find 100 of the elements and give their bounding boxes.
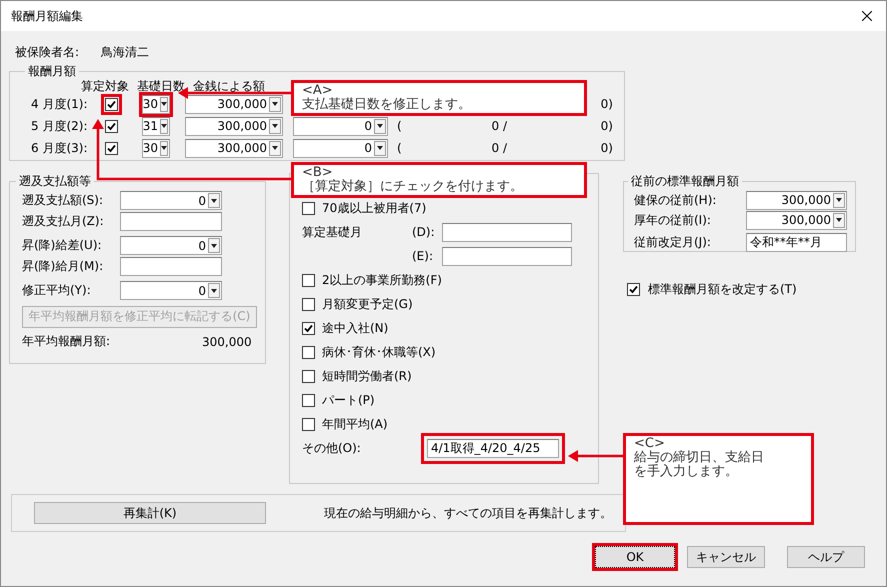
callout-text: 給与の締切日、支給日 (634, 451, 765, 465)
paren-text: ( (397, 119, 402, 133)
option-label: 短時間労働者(R) (322, 368, 412, 384)
value-text: 0) (600, 141, 613, 155)
input-field[interactable] (442, 246, 572, 266)
option-label: 月額変更予定(G) (322, 296, 413, 312)
caret-icon (211, 288, 217, 292)
dropdown-button[interactable] (160, 96, 168, 112)
group-title: 報酬月額 (27, 63, 77, 80)
dialog-button[interactable]: OK (595, 546, 675, 568)
option-label: 年間平均(A) (322, 416, 388, 432)
field-label: (E): (412, 249, 433, 263)
spin-field[interactable]: 31 (142, 116, 170, 136)
spin-field[interactable]: 0 (120, 281, 222, 300)
spin-field[interactable]: 30 (142, 94, 170, 114)
value-text: 0) (600, 119, 613, 133)
input-field[interactable] (120, 257, 222, 276)
spin-field[interactable]: 300,000 (746, 190, 847, 210)
option-label: 途中入社(N) (322, 320, 388, 336)
caret-icon (836, 198, 842, 202)
field-label: 遡及支払額(S): (22, 193, 104, 207)
recalc-note: 現在の給与明細から、すべての項目を再集計します。 (324, 504, 612, 522)
caret-icon (161, 102, 167, 106)
spin-field[interactable]: 30 (142, 138, 170, 158)
total-value: 300,000 (202, 334, 252, 348)
checkbox[interactable] (105, 120, 118, 132)
callout-text: を手入力します。 (634, 465, 739, 479)
field-label: 修正平均(Y): (22, 283, 91, 297)
callout-tag: <C> (634, 437, 803, 451)
dropdown-button[interactable] (374, 118, 386, 134)
checkbox[interactable] (302, 394, 315, 406)
option-label: 病休･育休･休職等(X) (322, 344, 436, 360)
column-header: 金銭による額 (193, 78, 265, 93)
month-label: 6 月度(3): (31, 140, 88, 156)
spin-field[interactable]: 0 (293, 116, 388, 136)
dropdown-button[interactable] (269, 96, 281, 112)
field-label: (D): (412, 225, 435, 239)
spin-field[interactable]: 300,000 (746, 210, 847, 230)
window-title: 報酬月額編集 (11, 8, 83, 24)
field-label: その他(O): (302, 440, 361, 454)
recalc-button[interactable]: 再集計(K) (34, 502, 266, 524)
dialog-button[interactable]: キャンセル (687, 546, 765, 568)
dropdown-button[interactable] (833, 192, 845, 208)
input-field[interactable]: 4/1取得_4/20_4/25 (427, 438, 559, 458)
callout-text: 支払基礎日数を修正します。 (302, 98, 472, 112)
month-label: 5 月度(2): (31, 118, 88, 134)
value-text: 0 / (492, 119, 507, 133)
input-field[interactable] (442, 222, 572, 242)
field-label: 従前改定月(J): (634, 234, 711, 248)
checkbox[interactable] (627, 283, 640, 296)
option-label: 70歳以上被用者(7) (322, 200, 426, 216)
dropdown-button[interactable] (160, 140, 168, 156)
column-header: 算定対象 (81, 78, 129, 93)
value-text: 0 / (492, 141, 507, 155)
caret-icon (211, 244, 217, 248)
column-header: 基礎日数 (137, 78, 185, 93)
option-label: 2以上の事業所勤務(F) (322, 272, 442, 288)
group-title: 遡及支払額等 (18, 173, 92, 190)
dropdown-button[interactable] (269, 140, 281, 156)
dropdown-button[interactable] (208, 193, 220, 208)
checkbox[interactable] (302, 298, 315, 310)
spin-field[interactable]: 0 (120, 236, 222, 255)
dialog-button[interactable]: ヘルプ (787, 546, 865, 568)
spin-field[interactable]: 0 (120, 191, 222, 210)
field-label: 昇(降)給差(U): (22, 238, 102, 252)
checkbox[interactable] (302, 322, 315, 334)
value-text: 0) (600, 97, 613, 111)
caret-icon (161, 146, 167, 150)
checkbox[interactable] (105, 98, 118, 110)
dropdown-button[interactable] (208, 283, 220, 298)
caret-icon (377, 146, 383, 150)
paren-text: ( (397, 141, 402, 155)
caret-icon (377, 124, 383, 128)
input-field[interactable] (120, 212, 222, 231)
checkbox[interactable] (302, 274, 315, 286)
input-field[interactable]: 令和**年**月 (746, 232, 847, 252)
close-icon[interactable] (862, 11, 872, 21)
spin-field[interactable]: 0 (293, 138, 388, 158)
dropdown-button[interactable] (833, 212, 845, 228)
checkbox[interactable] (302, 418, 315, 430)
dropdown-button[interactable] (208, 238, 220, 253)
field-label: 厚年の従前(I): (634, 212, 711, 226)
checkbox[interactable] (302, 370, 315, 382)
insured-label: 被保険者名: (15, 44, 80, 60)
dropdown-button[interactable] (269, 118, 281, 134)
spin-field[interactable]: 300,000 (185, 94, 283, 114)
spin-field[interactable]: 300,000 (185, 138, 283, 158)
group-title: 従前の標準報酬月額 (630, 173, 740, 190)
option-label: パート(P) (322, 392, 375, 408)
callout-text: ［算定対象］にチェックを付けます。 (302, 180, 524, 194)
option-label: 算定基礎月 (302, 224, 362, 238)
callout-tag: <B> (302, 166, 576, 180)
dropdown-button[interactable] (374, 140, 386, 156)
field-label: 遡及支払月(Z): (22, 214, 104, 228)
checkbox[interactable] (302, 202, 315, 214)
checkbox[interactable] (105, 142, 118, 154)
checkbox[interactable] (302, 346, 315, 358)
caret-icon (211, 198, 217, 202)
spin-field[interactable]: 300,000 (185, 116, 283, 136)
dropdown-button[interactable] (160, 118, 168, 134)
